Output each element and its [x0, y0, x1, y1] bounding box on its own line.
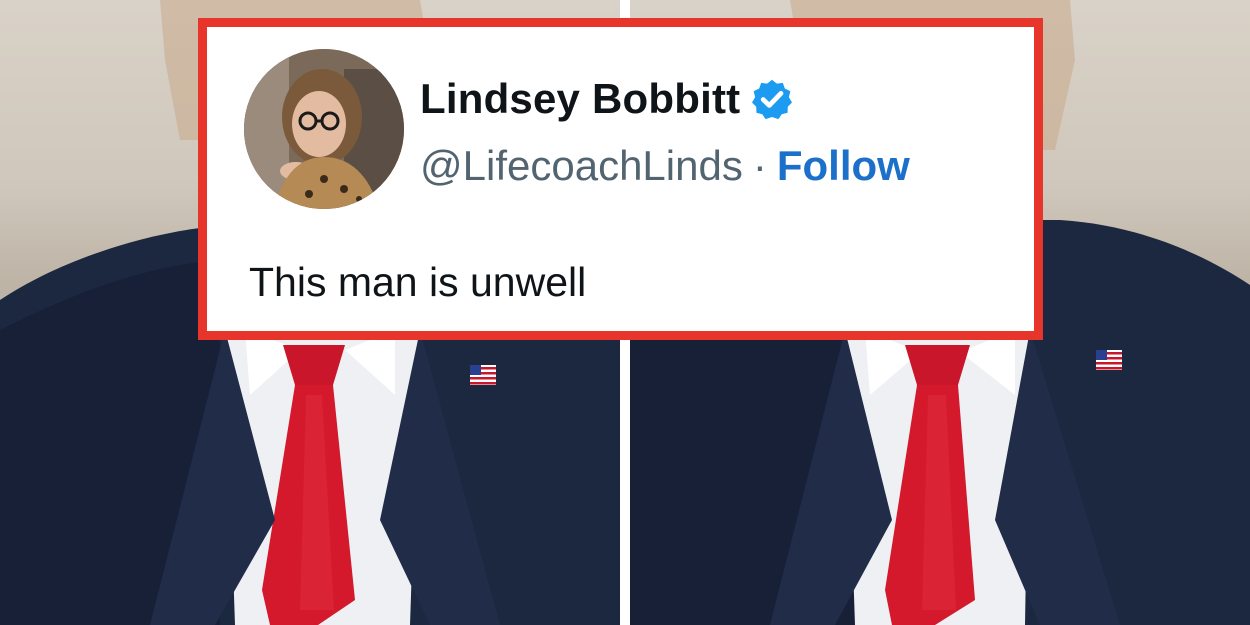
flag-pin-icon	[1096, 350, 1122, 370]
author-name[interactable]: Lindsey Bobbitt	[420, 75, 740, 123]
author-handle[interactable]: @LifecoachLinds	[420, 142, 743, 190]
verified-badge-icon	[752, 79, 793, 120]
flag-pin-icon	[470, 365, 496, 385]
meme-image: Lindsey Bobbitt @LifecoachLinds · Follow…	[0, 0, 1250, 625]
avatar[interactable]	[244, 49, 404, 209]
tweet-text: This man is unwell	[249, 259, 587, 305]
avatar-photo	[244, 49, 404, 209]
handle-row: @LifecoachLinds · Follow	[420, 142, 910, 190]
author-row: Lindsey Bobbitt	[420, 75, 794, 123]
tweet-card: Lindsey Bobbitt @LifecoachLinds · Follow…	[198, 18, 1043, 340]
separator-dot: ·	[752, 142, 767, 189]
follow-button[interactable]: Follow	[777, 142, 910, 190]
